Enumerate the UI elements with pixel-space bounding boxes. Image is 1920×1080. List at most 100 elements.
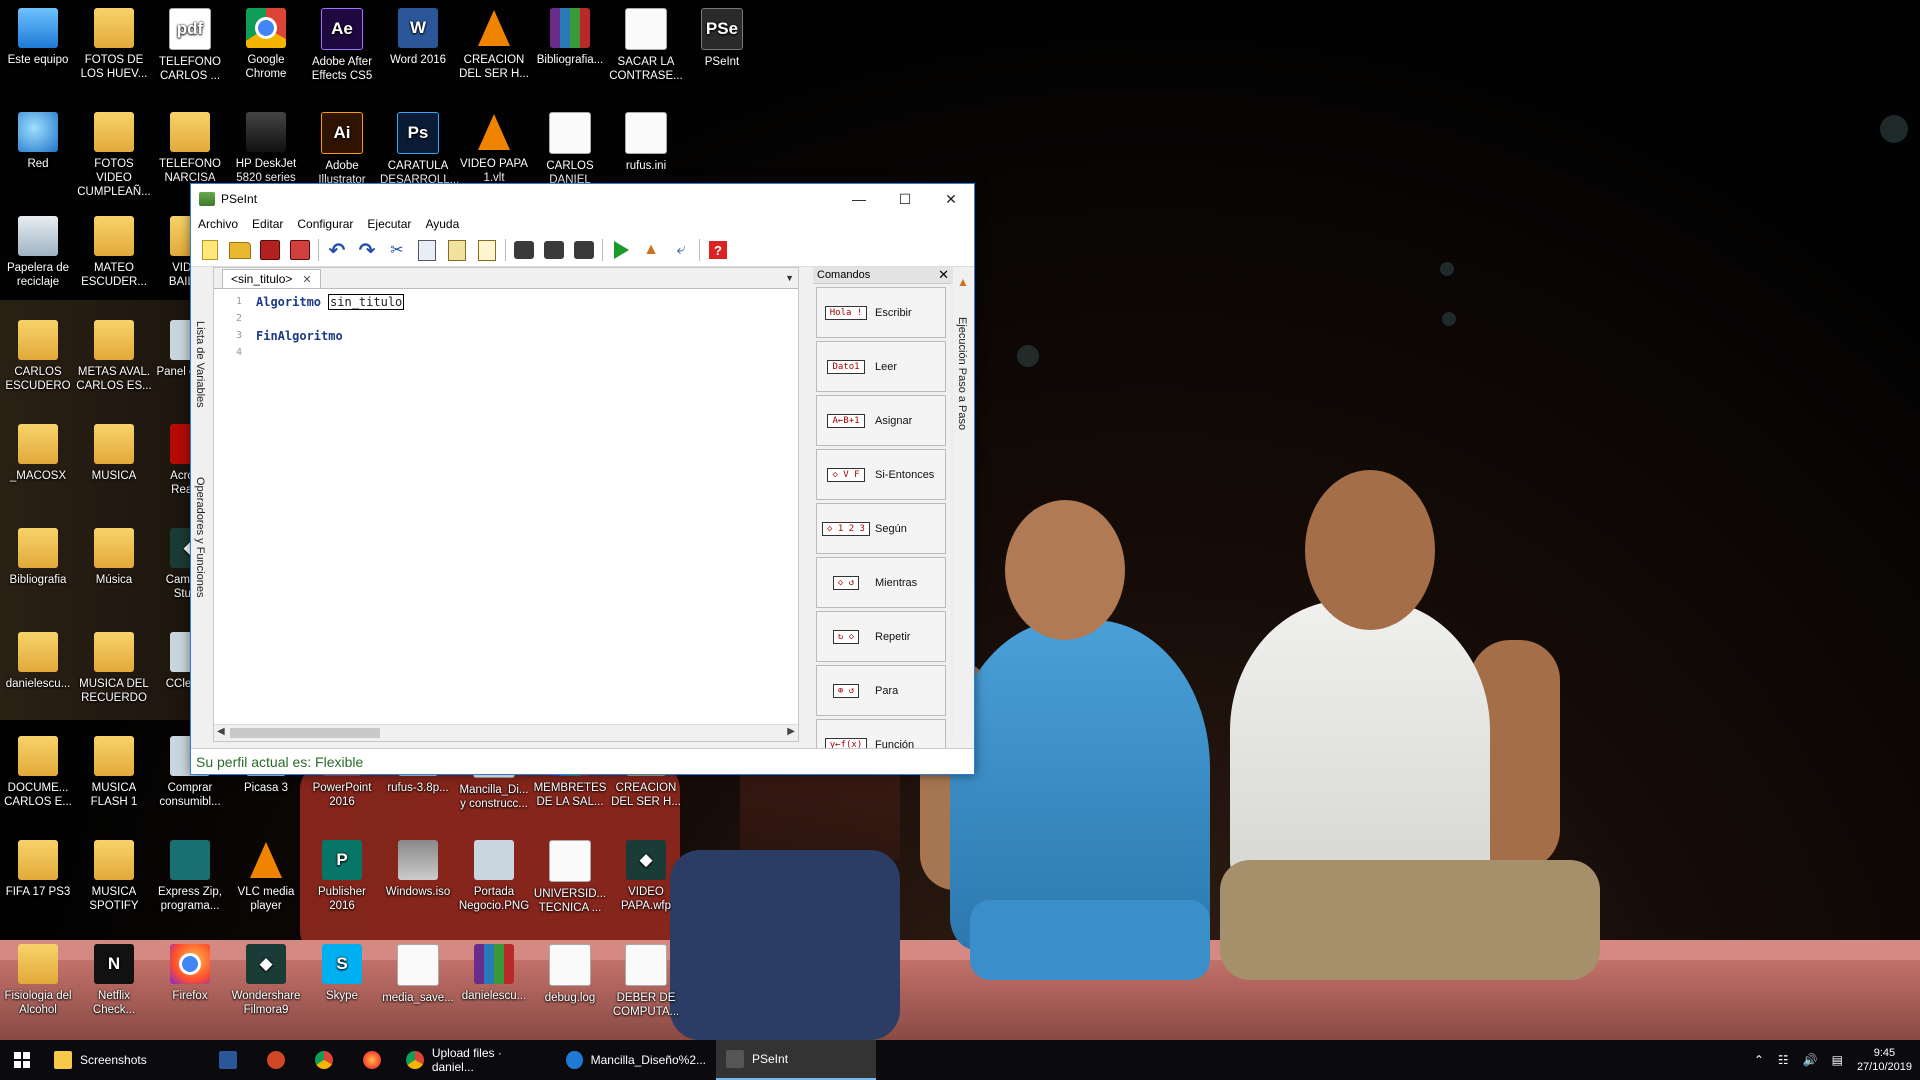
desktop-icon[interactable]: FIFA 17 PS3 (0, 840, 76, 899)
desktop-icon[interactable]: Express Zip, programa... (152, 840, 228, 913)
horizontal-scrollbar[interactable]: ◀ ▶ (214, 724, 798, 741)
desktop-icon[interactable]: FOTOS VIDEO CUMPLEAÑ... (76, 112, 152, 199)
desktop-icon[interactable]: HP DeskJet 5820 series (228, 112, 304, 185)
desktop-icon[interactable]: N Netflix Check... (76, 944, 152, 1017)
desktop-icon[interactable]: MUSICA DEL RECUERDO (76, 632, 152, 705)
menu-configurar[interactable]: Configurar (290, 217, 360, 231)
taskbar-chrome-upload[interactable]: Upload files · daniel... (396, 1040, 556, 1080)
tab-dropdown-icon[interactable]: ▼ (785, 273, 794, 283)
desktop-icon[interactable]: DOCUME... CARLOS E... (0, 736, 76, 809)
desktop-icon[interactable]: MUSICA SPOTIFY (76, 840, 152, 913)
desktop-icon[interactable]: MATEO ESCUDER... (76, 216, 152, 289)
desktop-icon[interactable]: Fisiologia del Alcohol (0, 944, 76, 1017)
menu-ayuda[interactable]: Ayuda (418, 217, 466, 231)
find-button[interactable] (511, 237, 537, 263)
desktop-icon[interactable]: METAS AVAL. CARLOS ES... (76, 320, 152, 393)
title-bar[interactable]: PSeInt — ☐ ✕ (191, 184, 974, 214)
taskbar-pseint[interactable]: PSeInt (716, 1040, 876, 1080)
desktop-icon[interactable]: MUSICA (76, 424, 152, 483)
maximize-button[interactable]: ☐ (882, 184, 928, 214)
close-commands-icon[interactable]: ✕ (938, 267, 953, 283)
desktop-icon[interactable]: S Skype (304, 944, 380, 1003)
command-para[interactable]: ⊕ ↺ Para (816, 665, 946, 716)
clock[interactable]: 9:45 27/10/2019 (1857, 1046, 1912, 1074)
save-as-button[interactable] (287, 237, 313, 263)
help-button[interactable]: ? (705, 237, 731, 263)
desktop-icon[interactable]: CREACION DEL SER H... (456, 8, 532, 81)
start-button[interactable] (0, 1040, 44, 1080)
open-file-button[interactable] (227, 237, 253, 263)
desktop-icon[interactable]: Google Chrome (228, 8, 304, 81)
redo-button[interactable]: ↷ (354, 237, 380, 263)
undo-button[interactable]: ↶ (324, 237, 350, 263)
desktop-icon[interactable]: SACAR LA CONTRASE... (608, 8, 684, 83)
paste-button[interactable] (444, 237, 470, 263)
new-file-button[interactable] (197, 237, 223, 263)
desktop-icon[interactable]: Ps CARATULA DESARROLL... (380, 112, 459, 187)
desktop-icon[interactable]: TELEFONO NARCISA (152, 112, 228, 185)
save-button[interactable] (257, 237, 283, 263)
command-repetir[interactable]: ↻ ◇ Repetir (816, 611, 946, 662)
menu-archivo[interactable]: Archivo (191, 217, 245, 231)
taskbar-firefox[interactable] (348, 1040, 396, 1080)
indent-button[interactable] (474, 237, 500, 263)
run-button[interactable] (608, 237, 634, 263)
desktop-icon[interactable]: debug.log (532, 944, 608, 1005)
desktop-icon[interactable]: VLC media player (228, 840, 304, 913)
command-mientras[interactable]: ◇ ↺ Mientras (816, 557, 946, 608)
desktop-icon[interactable]: danielescu... (0, 632, 76, 691)
desktop-icon[interactable]: Windows.iso (380, 840, 456, 899)
menu-ejecutar[interactable]: Ejecutar (360, 217, 418, 231)
desktop-icon[interactable]: pdf TELEFONO CARLOS ... (152, 8, 228, 83)
minimize-button[interactable]: — (836, 184, 882, 214)
step-run-button[interactable]: ▲ (638, 237, 664, 263)
desktop-icon[interactable]: ◆ VIDEO PAPA.wfp (608, 840, 684, 913)
desktop-icon[interactable]: PSe PSeInt (684, 8, 760, 69)
show-hidden-icons-icon[interactable]: ⌃ (1754, 1053, 1764, 1067)
network-icon[interactable]: ☷ (1778, 1053, 1789, 1067)
code-editor[interactable]: <sin_titulo> ✕ ▼ 1 Algoritmo sin_titulo … (213, 267, 799, 742)
volume-icon[interactable]: 🔊 (1803, 1053, 1818, 1067)
desktop-icon[interactable]: VIDEO PAPA 1.vlt (456, 112, 532, 185)
command-leer[interactable]: Dato1 Leer (816, 341, 946, 392)
cut-button[interactable]: ✂ (384, 237, 410, 263)
desktop-icon[interactable]: Ae Adobe After Effects CS5 (304, 8, 380, 83)
taskbar-word[interactable] (204, 1040, 252, 1080)
variables-panel-tab[interactable]: Lista de Variables (194, 321, 206, 408)
code-lines[interactable]: 1 Algoritmo sin_titulo 2 3 FinAlgoritmo … (214, 289, 798, 361)
desktop-icon[interactable]: P Publisher 2016 (304, 840, 380, 913)
step-execution-tab[interactable]: Ejecución Paso a Paso (956, 317, 968, 430)
desktop-icon[interactable]: W Word 2016 (380, 8, 456, 67)
desktop-icon[interactable]: _MACOSX (0, 424, 76, 483)
desktop-icon[interactable]: Este equipo (0, 8, 76, 67)
scroll-left-icon[interactable]: ◀ (217, 726, 225, 737)
desktop-icon[interactable]: DEBER DE COMPUTA... (608, 944, 684, 1019)
desktop-icon[interactable]: Bibliografia (0, 528, 76, 587)
desktop-icon[interactable]: ◆ Wondershare Filmora9 (228, 944, 304, 1017)
command-seg-n[interactable]: ◇ 1 2 3 Según (816, 503, 946, 554)
desktop-icon[interactable]: MUSICA FLASH 1 (76, 736, 152, 809)
notifications-icon[interactable]: ▤ (1832, 1053, 1843, 1067)
close-tab-icon[interactable]: ✕ (302, 273, 311, 286)
command-si-entonces[interactable]: ◇ V F Si-Entonces (816, 449, 946, 500)
desktop-icon[interactable]: FOTOS DE LOS HUEV... (76, 8, 152, 81)
taskbar-powerpoint[interactable] (252, 1040, 300, 1080)
desktop-icon[interactable]: Red (0, 112, 76, 171)
algorithm-name[interactable]: sin_titulo (328, 293, 405, 310)
taskbar-chrome[interactable] (300, 1040, 348, 1080)
desktop-icon[interactable]: Portada Negocio.PNG (456, 840, 532, 913)
scroll-right-icon[interactable]: ▶ (787, 726, 795, 737)
desktop-icon[interactable]: Música (76, 528, 152, 587)
command-escribir[interactable]: Hola ! Escribir (816, 287, 946, 338)
desktop-icon[interactable]: Bibliografia... (532, 8, 608, 67)
flowchart-button[interactable]: ⤶ (668, 237, 694, 263)
menu-editar[interactable]: Editar (245, 217, 290, 231)
desktop-icon[interactable]: Ai Adobe Illustrator (304, 112, 380, 187)
replace-button[interactable] (571, 237, 597, 263)
taskbar-screenshots[interactable]: Screenshots (44, 1040, 204, 1080)
taskbar-edge[interactable]: Mancilla_Diseño%2... (556, 1040, 716, 1080)
desktop-icon[interactable]: CARLOS ESCUDERO (0, 320, 76, 393)
desktop-icon[interactable]: rufus.ini (608, 112, 684, 173)
find-next-button[interactable] (541, 237, 567, 263)
scroll-thumb[interactable] (230, 728, 380, 738)
